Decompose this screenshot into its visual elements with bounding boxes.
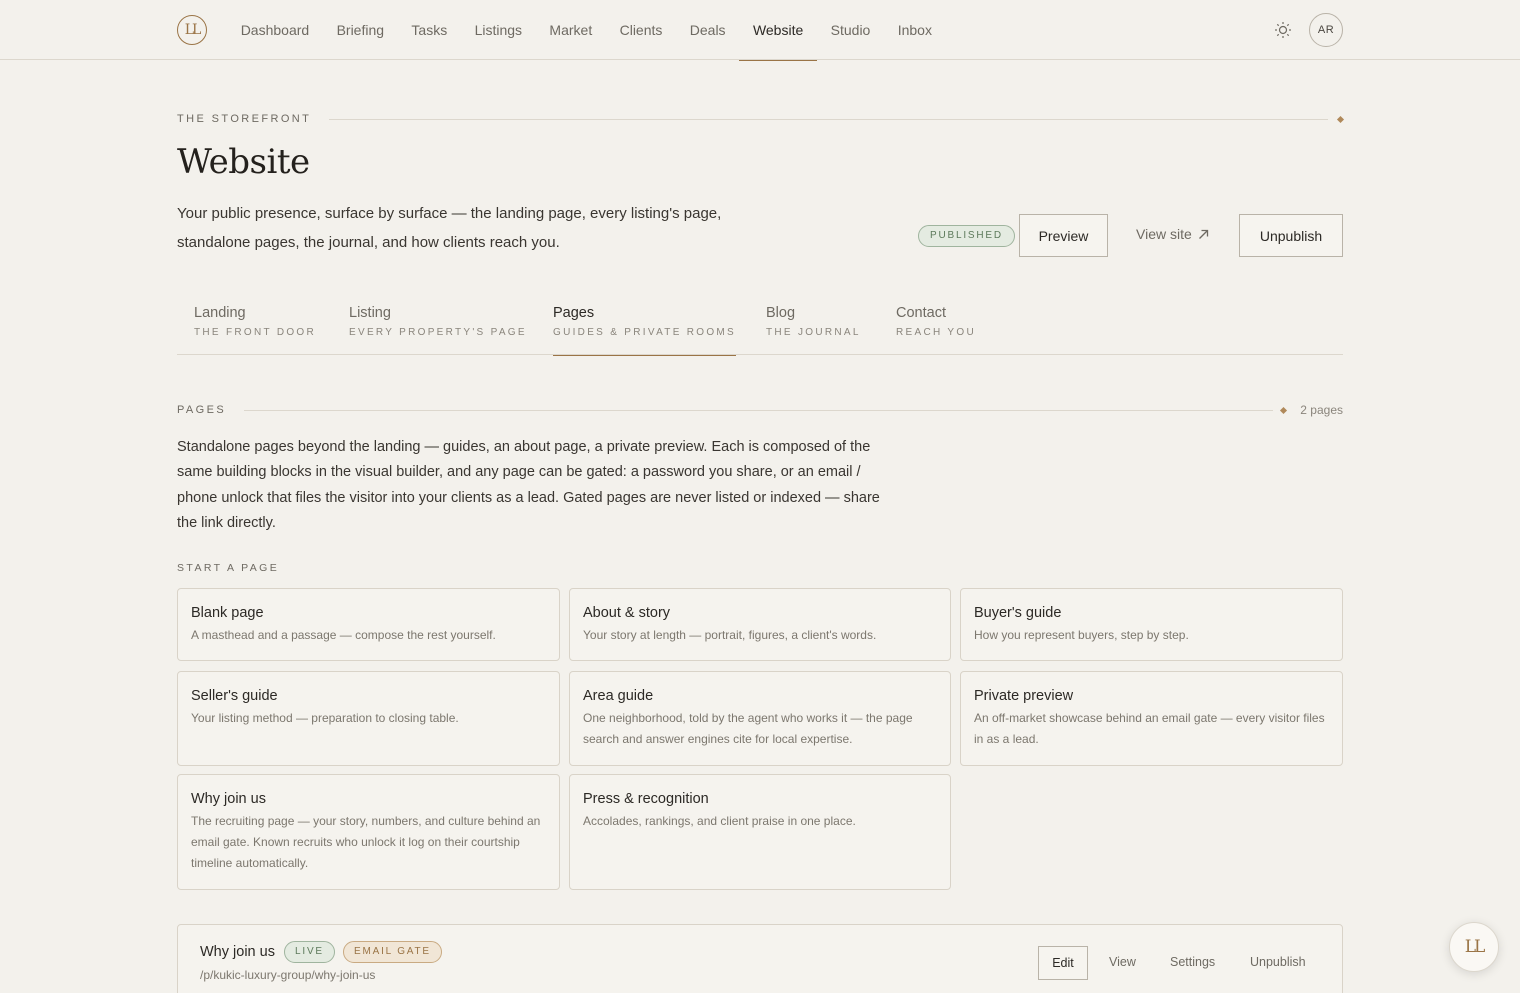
page-row: Why join us LIVE EMAIL GATE /p/kukic-lux…: [177, 924, 1343, 993]
tab-label: Pages: [553, 305, 595, 321]
card-title: Seller's guide: [191, 688, 278, 704]
page-subtitle: Your public presence, surface by surface…: [177, 205, 722, 251]
external-link-icon: [1198, 229, 1208, 239]
nav-item-clients[interactable]: Clients: [606, 0, 676, 60]
tab-label: Contact: [896, 305, 946, 321]
edit-button[interactable]: Edit: [1038, 946, 1088, 980]
tab-sublabel: REACH YOU: [896, 327, 976, 338]
tab-sublabel: GUIDES & PRIVATE ROOMS: [553, 327, 737, 338]
nav-item-inbox[interactable]: Inbox: [884, 0, 946, 60]
view-site-label: View site: [1136, 226, 1192, 242]
brand-logo[interactable]: LL: [177, 15, 207, 45]
page-title: Website: [177, 142, 310, 182]
preview-button[interactable]: Preview: [1019, 214, 1108, 257]
tab-sublabel: THE FRONT DOOR: [194, 327, 317, 338]
nav-item-tasks[interactable]: Tasks: [398, 0, 461, 60]
card-title: Why join us: [191, 791, 266, 807]
start-a-page-label: START A PAGE: [177, 562, 280, 574]
divider: [244, 409, 1274, 411]
card-description: A masthead and a passage — compose the r…: [191, 628, 496, 642]
view-site-link[interactable]: View site: [1136, 226, 1209, 242]
email-gate-badge: EMAIL GATE: [343, 941, 442, 963]
card-description: Accolades, rankings, and client praise i…: [583, 814, 856, 828]
template-card-about[interactable]: About & story Your story at length — por…: [569, 588, 951, 661]
eyebrow-label: THE STOREFRONT: [177, 113, 312, 125]
template-card-sellers-guide[interactable]: Seller's guide Your listing method — pre…: [177, 671, 560, 766]
diamond-ornament-icon: [1280, 406, 1288, 414]
card-title: Press & recognition: [583, 791, 709, 807]
view-button[interactable]: View: [1109, 955, 1136, 969]
card-description: How you represent buyers, step by step.: [974, 628, 1189, 642]
template-card-private-preview[interactable]: Private preview An off-market showcase b…: [960, 671, 1343, 766]
card-title: Private preview: [974, 688, 1074, 704]
unpublish-page-button[interactable]: Unpublish: [1250, 955, 1306, 969]
section-description: Standalone pages beyond the landing — gu…: [177, 439, 880, 531]
avatar[interactable]: AR: [1309, 13, 1343, 47]
card-description: One neighborhood, told by the agent who …: [583, 711, 913, 746]
nav-item-briefing[interactable]: Briefing: [323, 0, 398, 60]
tab-landing[interactable]: Landing THE FRONT DOOR: [194, 305, 316, 355]
tab-label: Listing: [349, 305, 391, 321]
nav-item-deals[interactable]: Deals: [676, 0, 739, 60]
nav-item-dashboard[interactable]: Dashboard: [227, 0, 323, 60]
assistant-fab-button[interactable]: LL: [1449, 922, 1499, 972]
tab-sublabel: THE JOURNAL: [766, 327, 861, 338]
nav-item-website[interactable]: Website: [739, 0, 817, 61]
sun-icon: [1275, 22, 1291, 38]
card-title: Blank page: [191, 605, 264, 621]
top-nav-bar: LL Dashboard Briefing Tasks Listings Mar…: [0, 0, 1520, 61]
nav-item-market[interactable]: Market: [536, 0, 606, 60]
live-badge: LIVE: [284, 941, 335, 963]
card-title: About & story: [583, 605, 671, 621]
pages-section-header: PAGES 2 pages: [177, 403, 1343, 417]
tab-listing[interactable]: Listing EVERY PROPERTY'S PAGE: [349, 305, 527, 355]
page-row-title[interactable]: Why join us: [200, 944, 275, 960]
nav-item-studio[interactable]: Studio: [817, 0, 884, 60]
settings-button[interactable]: Settings: [1170, 955, 1215, 969]
unpublish-button[interactable]: Unpublish: [1239, 214, 1343, 257]
page-count: 2 pages: [1300, 403, 1343, 417]
card-description: An off-market showcase behind an email g…: [974, 711, 1325, 746]
main-nav: Dashboard Briefing Tasks Listings Market…: [227, 0, 946, 61]
divider: [329, 118, 1328, 120]
template-card-why-join-us[interactable]: Why join us The recruiting page — your s…: [177, 774, 560, 890]
card-description: The recruiting page — your story, number…: [191, 814, 541, 870]
tab-sublabel: EVERY PROPERTY'S PAGE: [349, 327, 527, 338]
tab-pages[interactable]: Pages GUIDES & PRIVATE ROOMS: [553, 305, 737, 356]
page-row-path: /p/kukic-luxury-group/why-join-us: [200, 968, 376, 982]
status-badge: PUBLISHED: [918, 225, 1015, 247]
card-description: Your listing method — preparation to clo…: [191, 711, 459, 725]
template-card-blank[interactable]: Blank page A masthead and a passage — co…: [177, 588, 560, 661]
card-description: Your story at length — portrait, figures…: [583, 628, 877, 642]
template-card-buyers-guide[interactable]: Buyer's guide How you represent buyers, …: [960, 588, 1343, 661]
nav-item-listings[interactable]: Listings: [461, 0, 536, 60]
tab-blog[interactable]: Blog THE JOURNAL: [766, 305, 861, 355]
template-card-area-guide[interactable]: Area guide One neighborhood, told by the…: [569, 671, 951, 766]
tab-contact[interactable]: Contact REACH YOU: [896, 305, 976, 355]
tab-label: Landing: [194, 305, 246, 321]
section-label: PAGES: [177, 404, 227, 416]
template-card-press[interactable]: Press & recognition Accolades, rankings,…: [569, 774, 951, 890]
tab-label: Blog: [766, 305, 796, 321]
card-title: Area guide: [583, 688, 654, 704]
theme-toggle-button[interactable]: [1272, 19, 1294, 41]
diamond-ornament-icon: [1336, 115, 1345, 123]
website-tabs: Landing THE FRONT DOOR Listing EVERY PRO…: [177, 305, 1343, 356]
card-title: Buyer's guide: [974, 605, 1062, 621]
eyebrow-row: THE STOREFRONT: [177, 112, 1345, 126]
